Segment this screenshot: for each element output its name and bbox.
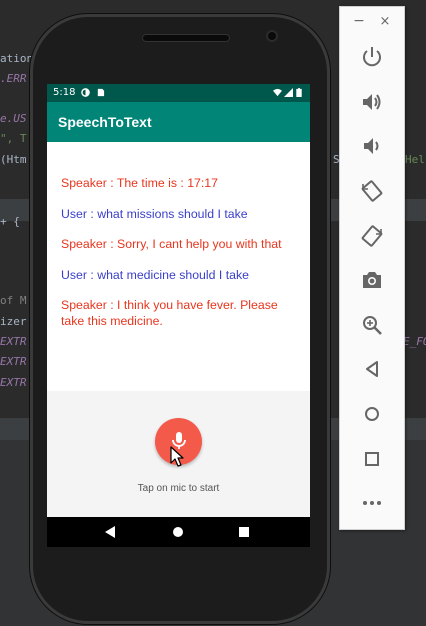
code-line-4: ", T <box>0 132 27 145</box>
conversation-message: Speaker : I think you have fever. Please… <box>61 298 278 328</box>
code-line-11: EXTR <box>0 376 27 389</box>
conversation-message: User : what medicine should I take <box>61 268 249 282</box>
conversation-message: Speaker : Sorry, I cant help you with th… <box>61 237 282 251</box>
code-line-10: EXTR <box>0 355 27 368</box>
emulator-controls-panel: − × <box>339 6 405 530</box>
code-line-9: EXTR <box>0 335 27 348</box>
overview-icon[interactable] <box>360 447 384 471</box>
close-button[interactable]: × <box>378 15 392 29</box>
code-line-1: ation <box>0 52 34 65</box>
code-line-7: of M <box>0 294 27 307</box>
sd-card-icon <box>97 88 105 97</box>
minimize-button[interactable]: − <box>352 14 366 29</box>
phone-speaker-grille <box>142 34 230 42</box>
code-line-5: (Htm <box>0 153 27 166</box>
code-line-6: + { <box>0 215 20 228</box>
battery-icon <box>296 88 302 97</box>
nav-home-icon[interactable] <box>173 527 183 537</box>
rotate-right-icon[interactable] <box>360 224 384 248</box>
code-line-2: .ERR <box>0 72 27 85</box>
conversation-message: Speaker : The time is : 17:17 <box>61 176 218 190</box>
nav-back-icon[interactable] <box>105 526 115 538</box>
mouse-cursor-icon <box>170 446 184 467</box>
volume-up-icon[interactable] <box>360 90 384 114</box>
more-icon[interactable] <box>360 491 384 515</box>
rotate-left-icon[interactable] <box>360 179 384 203</box>
power-icon[interactable] <box>360 45 384 69</box>
status-time: 5:18 <box>53 87 76 98</box>
phone-screen: 5:18 SpeechToText Speaker : The time is … <box>47 84 310 547</box>
zoom-icon[interactable] <box>360 313 384 337</box>
code-fragment-right-3: E_FO <box>403 335 426 348</box>
mic-hint-label: Tap on mic to start <box>137 483 220 494</box>
wifi-icon <box>273 88 282 97</box>
android-nav-bar <box>47 517 310 547</box>
home-icon[interactable] <box>360 402 384 426</box>
signal-icon <box>284 88 293 97</box>
code-line-8: izer <box>0 315 27 328</box>
phone-front-camera <box>266 30 278 42</box>
volume-down-icon[interactable] <box>360 134 384 158</box>
app-toolbar: SpeechToText <box>47 102 310 142</box>
panel-title-bar: − × <box>340 7 404 37</box>
status-bar: 5:18 <box>47 84 310 102</box>
conversation-message: User : what missions should I take <box>61 207 248 221</box>
sync-icon <box>81 88 90 97</box>
nav-recents-icon[interactable] <box>239 527 249 537</box>
conversation-area: Speaker : The time is : 17:17 User : wha… <box>47 142 310 391</box>
camera-icon[interactable] <box>360 268 384 292</box>
code-fragment-right-2: Hel <box>405 153 425 166</box>
app-title: SpeechToText <box>58 114 152 130</box>
code-line-3: e.US <box>0 112 27 125</box>
back-icon[interactable] <box>360 357 384 381</box>
